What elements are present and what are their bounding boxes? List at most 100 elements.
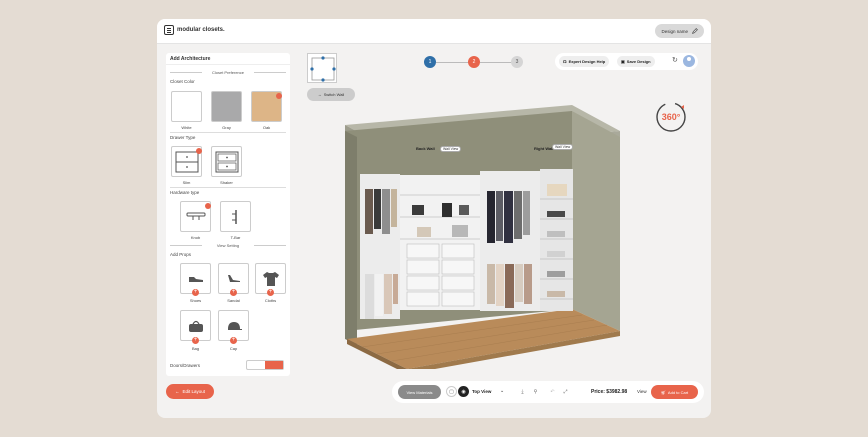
design-name-button[interactable]: Design name (655, 24, 704, 38)
chevron-down-icon[interactable]: ⌄ (500, 388, 504, 394)
right-wall-label: Right Wall (534, 146, 554, 151)
rotate-360-icon[interactable]: 360° (653, 99, 689, 135)
slim-drawer-icon (175, 151, 198, 172)
view-3d-icon[interactable]: ◉ (458, 386, 469, 397)
view-mode-select[interactable]: Top View (472, 389, 491, 394)
doors-drawers-label: Doors/Drawers (170, 363, 201, 368)
right-wall (572, 111, 620, 331)
color-label-white: White (181, 125, 192, 130)
cart-icon: 🛒︎ (660, 389, 666, 395)
shirt-icon (262, 271, 279, 286)
doors-drawers-toggle[interactable] (246, 360, 284, 370)
fullscreen-icon[interactable]: ⤢ (560, 386, 571, 397)
back-wall-view-button[interactable]: Wall View (440, 146, 462, 152)
logo[interactable]: modular closets. (164, 25, 225, 35)
prop-label-cap: Cap (229, 346, 238, 351)
headset-icon: ☊ (563, 59, 567, 64)
right-wall-view-button[interactable]: Wall View (552, 144, 574, 150)
back-wall-view-label: Wall View (443, 147, 459, 151)
hardware-type-tbar[interactable] (220, 201, 251, 232)
add-prop-button[interactable]: + (192, 337, 199, 344)
step-1[interactable]: 1 (424, 56, 436, 68)
step-3[interactable]: 3 (511, 56, 523, 68)
add-prop-button[interactable]: + (192, 289, 199, 296)
knob-icon (186, 212, 205, 220)
drawer-label-shaker: Shaker (220, 180, 233, 185)
bag-icon (188, 320, 203, 332)
expert-help-label: Expert Design Help (568, 59, 606, 64)
color-swatch-gray[interactable] (211, 91, 242, 122)
view-price-link[interactable]: View (637, 389, 647, 394)
shaker-drawer-icon (215, 151, 238, 172)
save-design-label: Save Design (626, 59, 651, 64)
drawer-type-heading: Drawer Type (170, 135, 196, 140)
edit-layout-button[interactable]: ← Edit Layout (166, 384, 214, 399)
prop-label-shoes: Shoes (189, 298, 202, 303)
switch-wall-label: Switch Wall (323, 92, 345, 97)
bottom-toolbar: View Materials ▢ ◉ Top View ⌄ ⤓ ⚲ ↶ ⤢ Pr… (392, 381, 704, 403)
room-minimap[interactable] (307, 53, 337, 83)
selected-badge (196, 148, 202, 154)
divider (170, 132, 286, 133)
step-2[interactable]: 2 (468, 56, 480, 68)
add-prop-button[interactable]: + (230, 289, 237, 296)
drawer-type-shaker[interactable] (211, 146, 242, 177)
add-prop-button[interactable]: + (267, 289, 274, 296)
color-label-oak: Oak (262, 125, 271, 130)
hardware-type-heading: Hardware type (170, 190, 200, 195)
architecture-sidebar: Add Architecture Closet Preference Close… (166, 53, 290, 376)
logo-text: modular closets. (177, 27, 225, 33)
closet-color-heading: Closet Color (170, 79, 195, 84)
color-swatch-white[interactable] (171, 91, 202, 122)
logo-icon (164, 25, 174, 35)
hardware-label-knob: Knob (190, 235, 201, 240)
app-window: modular closets. Design name Add Archite… (157, 19, 711, 418)
edit-layout-label: Edit Layout (182, 389, 205, 394)
expert-help-button[interactable]: ☊ Expert Design Help (559, 56, 610, 67)
divider (170, 187, 286, 188)
save-icon: ▣ (621, 59, 625, 64)
selected-badge (276, 93, 282, 99)
download-icon[interactable]: ⤓ (517, 386, 528, 397)
arrow-left-icon: ← (174, 389, 180, 394)
selected-badge (205, 203, 211, 209)
pencil-icon (692, 28, 698, 34)
sidebar-title: Add Architecture (166, 53, 290, 65)
shoe-icon (188, 276, 203, 282)
design-name-label: Design name (661, 28, 688, 34)
refresh-icon[interactable]: ↻ (672, 56, 678, 64)
add-props-heading: Add Props (170, 252, 192, 257)
avatar-head-icon (687, 57, 691, 61)
hardware-label-tbar: T-Bar (230, 235, 241, 240)
minimap-graphic (310, 56, 336, 82)
toggle-off-segment[interactable] (247, 361, 265, 369)
action-bar: ☊ Expert Design Help ▣ Save Design ↻ (555, 53, 698, 70)
view-materials-button[interactable]: View Materials (398, 385, 441, 399)
prop-label-sandal: Sandal (227, 298, 240, 303)
prop-label-bag: Bag (191, 346, 200, 351)
color-label-gray: Gray (222, 125, 231, 130)
price-total: Price: $3982.98 (591, 389, 628, 395)
back-wall-label: Back Wall (416, 146, 435, 151)
add-to-cart-button[interactable]: 🛒︎ Add to Cart (651, 385, 698, 399)
add-prop-button[interactable]: + (230, 337, 237, 344)
avatar[interactable] (683, 55, 695, 67)
view-2d-icon[interactable]: ▢ (446, 386, 457, 397)
undo-icon[interactable]: ↶ (547, 386, 558, 397)
left-wall (345, 131, 357, 345)
add-to-cart-label: Add to Cart (667, 389, 689, 395)
toggle-on-segment[interactable] (265, 361, 283, 369)
arrows-icon: ↔ (317, 92, 322, 97)
closet-preference-heading: Closet Preference (170, 70, 286, 75)
save-design-button[interactable]: ▣ Save Design (617, 56, 655, 67)
sandal-icon (227, 274, 240, 282)
prop-label-cloths: Cloths (264, 298, 277, 303)
cap-icon (227, 321, 242, 330)
top-bar: modular closets. Design name (157, 19, 711, 44)
share-icon[interactable]: ⚲ (530, 386, 541, 397)
drawer-label-slim: Slim (182, 180, 191, 185)
tbar-icon (231, 209, 237, 224)
view-setting-heading: View Setting (170, 243, 286, 248)
closet-3d-view[interactable] (327, 99, 627, 369)
rotate-360-text: 360° (662, 112, 681, 122)
